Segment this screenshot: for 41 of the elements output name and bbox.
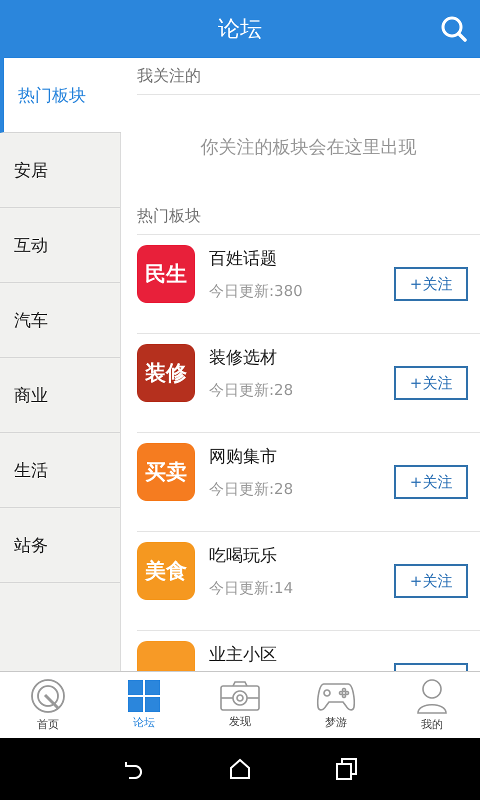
camera-icon bbox=[220, 681, 260, 711]
category-item[interactable]: 互动 bbox=[0, 208, 120, 283]
category-item[interactable]: 安居 bbox=[0, 133, 120, 208]
board-logo: 民生 bbox=[137, 245, 195, 303]
follow-button[interactable]: +关注 bbox=[394, 366, 468, 400]
tab-item[interactable]: 发现 bbox=[192, 672, 288, 738]
search-icon[interactable] bbox=[440, 15, 468, 43]
gamepad-icon bbox=[316, 680, 356, 712]
category-item[interactable]: 生活 bbox=[0, 433, 120, 508]
board-name: 吃喝玩乐 bbox=[209, 545, 278, 567]
board-name: 网购集市 bbox=[209, 446, 278, 468]
category-item[interactable]: 热门板块 bbox=[0, 58, 121, 133]
section-heading: 我关注的 bbox=[137, 58, 480, 95]
follow-button[interactable]: +关注 bbox=[394, 465, 468, 499]
grid-icon bbox=[128, 680, 160, 712]
follow-button[interactable]: +关注 bbox=[394, 267, 468, 301]
update-count: 今日更新:28 bbox=[209, 480, 294, 499]
board-logo: 买卖 bbox=[137, 443, 195, 501]
update-count: 今日更新:28 bbox=[209, 381, 294, 400]
board-name: 业主小区 bbox=[209, 644, 278, 666]
recent-apps-icon[interactable] bbox=[334, 757, 359, 781]
page-title: 论坛 bbox=[218, 16, 262, 44]
target-icon bbox=[30, 678, 66, 714]
person-icon bbox=[416, 678, 448, 714]
category-item[interactable]: 站务 bbox=[0, 508, 120, 583]
update-count: 今日更新:14 bbox=[209, 579, 294, 598]
home-icon[interactable] bbox=[228, 757, 252, 781]
board-logo: 美食 bbox=[137, 542, 195, 600]
tab-item[interactable]: 梦游 bbox=[288, 672, 384, 738]
empty-message: 你关注的板块会在这里出现 bbox=[200, 136, 416, 158]
board-logo: 装修 bbox=[137, 344, 195, 402]
follow-button[interactable]: +关注 bbox=[394, 564, 468, 598]
board-name: 百姓话题 bbox=[209, 248, 278, 270]
tab-item[interactable]: 我的 bbox=[384, 672, 480, 738]
update-count: 今日更新:380 bbox=[209, 282, 304, 301]
category-item[interactable]: 商业 bbox=[0, 358, 120, 433]
board-name: 装修选材 bbox=[209, 347, 278, 369]
tab-item[interactable]: 首页 bbox=[0, 672, 96, 738]
category-item[interactable]: 汽车 bbox=[0, 283, 120, 358]
tab-item[interactable]: 论坛 bbox=[96, 672, 192, 738]
section-heading: 热门板块 bbox=[137, 198, 480, 235]
